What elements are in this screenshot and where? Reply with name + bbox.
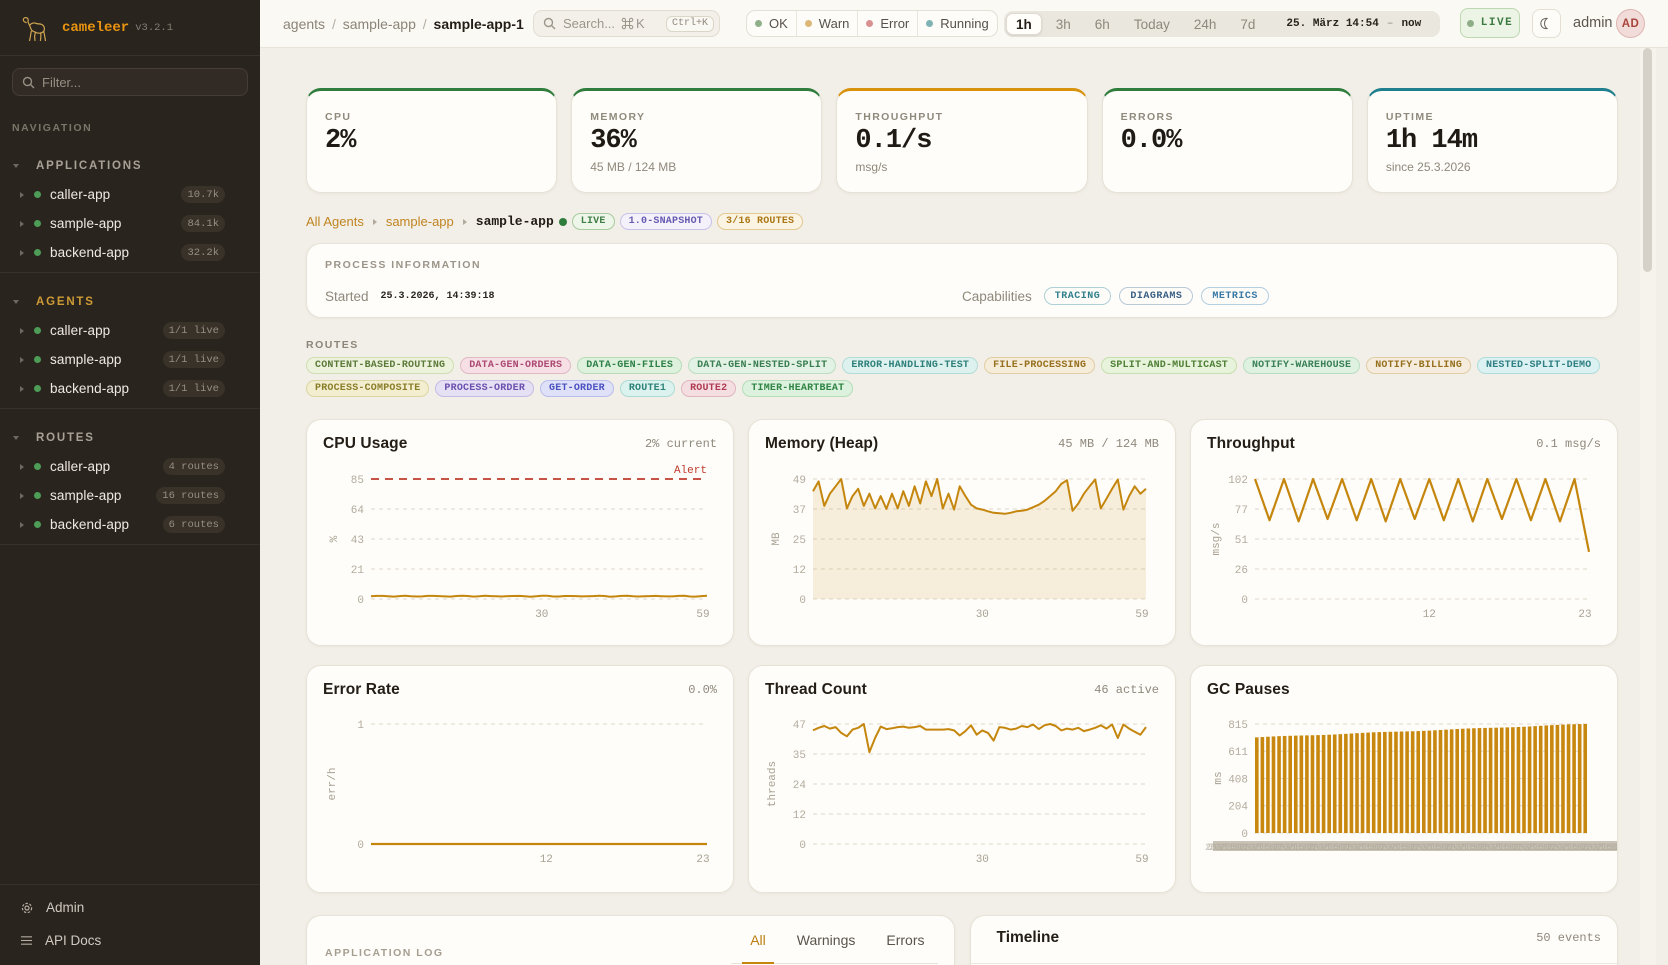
svg-text:102: 102: [1228, 475, 1248, 487]
svg-text:1: 1: [357, 720, 364, 732]
svg-text:59: 59: [1135, 609, 1148, 621]
svg-text:12: 12: [1423, 609, 1436, 621]
svg-text:0: 0: [1241, 829, 1248, 841]
svg-text:51: 51: [1235, 535, 1249, 547]
svg-text:64: 64: [351, 505, 365, 517]
svg-text:Alert: Alert: [674, 465, 707, 477]
svg-text:37: 37: [793, 505, 806, 517]
svg-text:815: 815: [1228, 720, 1248, 732]
svg-text:611: 611: [1228, 747, 1248, 759]
svg-text:err/h: err/h: [327, 767, 339, 800]
svg-text:47: 47: [793, 720, 806, 732]
svg-text:35: 35: [793, 750, 806, 762]
svg-text:25: 25: [793, 535, 806, 547]
svg-text:49: 49: [793, 475, 806, 487]
svg-text:0: 0: [799, 595, 806, 607]
svg-text:204: 204: [1228, 802, 1248, 814]
svg-text:threads: threads: [767, 761, 779, 807]
svg-text:26: 26: [1235, 565, 1248, 577]
svg-text:12: 12: [540, 854, 553, 866]
svg-text:0: 0: [357, 595, 364, 607]
svg-text:24: 24: [793, 780, 807, 792]
svg-text:ms: ms: [1213, 771, 1225, 784]
svg-text:77: 77: [1235, 505, 1248, 517]
svg-text:30: 30: [976, 854, 989, 866]
svg-text:59: 59: [1135, 854, 1148, 866]
svg-text:43: 43: [351, 535, 364, 547]
svg-text:%: %: [329, 535, 341, 542]
svg-text:msg/s: msg/s: [1211, 522, 1223, 555]
svg-text:2026-03-25T13:55:002026-03-25T: 2026-03-25T13:55:002026-03-25T13:55:0020…: [1205, 843, 1618, 854]
svg-text:408: 408: [1228, 774, 1248, 786]
svg-text:85: 85: [351, 475, 364, 487]
svg-text:0: 0: [1241, 595, 1248, 607]
svg-text:12: 12: [793, 565, 806, 577]
svg-text:23: 23: [696, 854, 709, 866]
svg-text:23: 23: [1578, 609, 1591, 621]
svg-text:59: 59: [696, 609, 709, 621]
svg-text:0: 0: [799, 840, 806, 852]
svg-text:0: 0: [357, 840, 364, 852]
svg-text:MB: MB: [771, 532, 783, 546]
svg-text:30: 30: [976, 609, 989, 621]
svg-text:12: 12: [793, 810, 806, 822]
svg-text:21: 21: [351, 565, 365, 577]
svg-text:30: 30: [535, 609, 548, 621]
